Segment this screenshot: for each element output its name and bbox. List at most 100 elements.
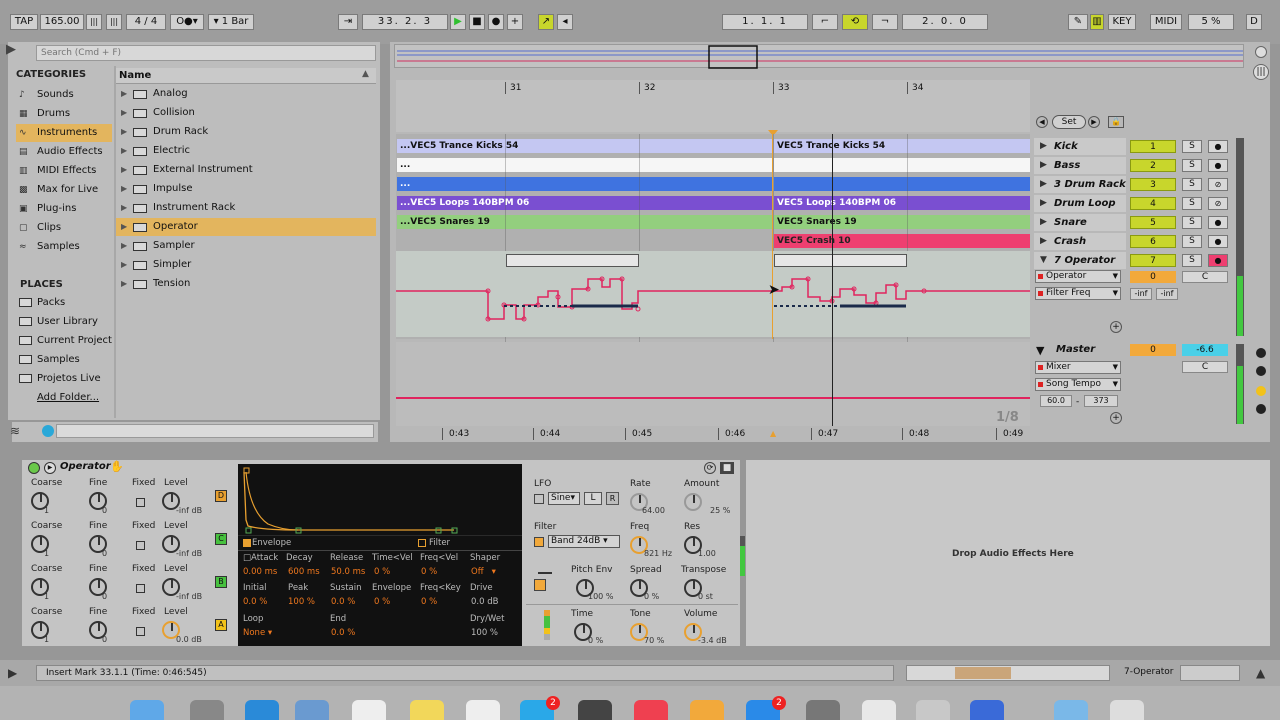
initial-value[interactable]: 0.0 % (243, 597, 267, 607)
master-device-select[interactable]: Mixer ▼ (1035, 361, 1121, 374)
beat-ruler[interactable] (396, 80, 1030, 132)
loop-start[interactable]: 1. 1. 1 (722, 14, 808, 30)
solo-button[interactable]: S (1182, 197, 1202, 210)
prev-locator-icon[interactable]: ◀ (1036, 116, 1048, 128)
expand-arrow-icon[interactable]: ▶ (121, 142, 127, 160)
clip-bass-left[interactable]: ... (397, 158, 772, 172)
clip-drum-loop-left[interactable]: ...VEC5 Loops 140BPM 06 (397, 196, 772, 210)
appstore-dock-icon[interactable]: 2 (746, 696, 786, 720)
automation-arm-icon[interactable]: ↗ (538, 14, 554, 30)
nudge-icon[interactable]: ||| (86, 14, 102, 30)
mixer-toggle-icon[interactable] (1256, 404, 1266, 414)
lfo-wave-select[interactable]: Sine▾ (548, 492, 580, 505)
category-drums[interactable]: ▦ Drums (16, 105, 112, 123)
pitch-env-enable-checkbox[interactable] (534, 579, 546, 591)
track7-pan[interactable]: C (1182, 271, 1228, 283)
name-column-header[interactable]: Name ▲ (116, 68, 376, 84)
lfo-enable-checkbox[interactable] (534, 494, 544, 504)
track-header-bass[interactable]: ▶ Bass (1034, 157, 1126, 174)
sustain-value[interactable]: 0.0 % (331, 597, 355, 607)
track-activator[interactable]: 2 (1130, 159, 1176, 172)
set-locator-button[interactable]: Set (1052, 115, 1086, 129)
solo-button[interactable]: S (1182, 235, 1202, 248)
clip-kick-left[interactable]: ...VEC5 Trance Kicks 54 (397, 139, 772, 153)
record-icon[interactable]: ● (488, 14, 504, 30)
envelope-tab-icon[interactable] (243, 539, 251, 547)
expand-arrow-icon[interactable]: ▶ (121, 199, 127, 217)
lfo-range-select[interactable]: L (584, 492, 602, 505)
master-volume[interactable]: -6.6 (1182, 344, 1228, 356)
arm-button[interactable]: ● (1208, 254, 1228, 267)
master-lane[interactable]: 1/8 (396, 342, 1030, 426)
place-packs[interactable]: Packs (16, 293, 112, 312)
chrome-dock-icon[interactable] (862, 700, 896, 720)
sort-arrow-icon[interactable]: ▲ (362, 69, 369, 79)
fold-closed-icon[interactable]: ▶ (1040, 157, 1047, 174)
attack-value[interactable]: 0.00 ms (243, 567, 277, 577)
expand-arrow-icon[interactable]: ▶ (121, 256, 127, 274)
solo-button[interactable]: S (1182, 254, 1202, 267)
decay-value[interactable]: 600 ms (288, 567, 320, 577)
osc-b-button[interactable]: B (215, 576, 227, 588)
lfo-retrig-button[interactable]: R (606, 492, 619, 505)
track-activator[interactable]: 3 (1130, 178, 1176, 191)
fold-closed-icon[interactable]: ▶ (1040, 214, 1047, 231)
groove-pool-icon[interactable]: ≋ (10, 424, 28, 440)
category-audio-effects[interactable]: ▤ Audio Effects (16, 143, 112, 161)
master-send[interactable]: 0 (1130, 344, 1176, 356)
filter-tab-icon[interactable] (418, 539, 426, 547)
music-dock-icon[interactable] (634, 700, 668, 720)
track-header-7-operator[interactable]: ▼ 7 Operator (1034, 252, 1126, 269)
automation-envelope[interactable] (396, 251, 1030, 337)
add-lane-icon[interactable]: + (1110, 321, 1122, 333)
osc-c-button[interactable]: C (215, 533, 227, 545)
category-max-for-live[interactable]: ▩ Max for Live (16, 181, 112, 199)
expand-arrow-icon[interactable]: ▶ (121, 161, 127, 179)
master-fold-icon[interactable]: ▼ (1036, 344, 1044, 357)
calendar-dock-icon[interactable] (352, 700, 386, 720)
category-instruments[interactable]: ∿ Instruments (16, 124, 112, 142)
clip-drum-rack-left[interactable]: ... (397, 177, 772, 191)
midi-map-button[interactable]: MIDI (1150, 14, 1182, 30)
metronome-button[interactable]: O●▾ (170, 14, 204, 30)
drive-value[interactable]: 0.0 dB (471, 597, 498, 607)
device-close-icon[interactable]: ■ (720, 462, 734, 474)
browser-item-drum-rack[interactable]: ▶ Drum Rack (116, 123, 376, 141)
browser-item-analog[interactable]: ▶ Analog (116, 85, 376, 103)
fold-closed-icon[interactable]: ▶ (1040, 138, 1047, 155)
arm-button[interactable]: ● (1208, 140, 1228, 153)
device-chooser-select[interactable]: Operator ▼ (1035, 270, 1121, 283)
itunes-dock-icon[interactable] (916, 700, 950, 720)
sends-toggle-icon[interactable] (1256, 366, 1266, 376)
launchpad-dock-icon[interactable] (190, 700, 224, 720)
tempo-max-field[interactable]: 373 (1084, 395, 1118, 407)
place-add-folder-[interactable]: Add Folder... (16, 388, 112, 407)
song-position[interactable]: 33. 2. 3 (362, 14, 448, 30)
arm-button[interactable]: ● (1208, 216, 1228, 229)
browser-item-instrument-rack[interactable]: ▶ Instrument Rack (116, 199, 376, 217)
lock-icon[interactable]: 🔒 (1108, 116, 1124, 128)
track-activator[interactable]: 6 (1130, 235, 1176, 248)
browser-search-input[interactable] (36, 45, 376, 61)
browser-item-sampler[interactable]: ▶ Sampler (116, 237, 376, 255)
expand-arrow-icon[interactable]: ▶ (121, 180, 127, 198)
time-signature[interactable]: 4 / 4 (126, 14, 166, 30)
expand-arrow-icon[interactable]: ▶ (121, 123, 127, 141)
place-current-project[interactable]: Current Project (16, 331, 112, 350)
info-toggle-icon[interactable]: ▶ (8, 666, 17, 680)
device-settings-icon[interactable]: ⟳ (704, 462, 716, 474)
browser-item-simpler[interactable]: ▶ Simpler (116, 256, 376, 274)
end-value[interactable]: 0.0 % (331, 628, 355, 638)
osc-fixed-checkbox[interactable] (136, 627, 145, 636)
browser-toggle-icon[interactable]: ▶ (6, 42, 26, 60)
track7-send[interactable]: 0 (1130, 271, 1176, 283)
downloads-dock-icon[interactable] (1054, 700, 1088, 720)
lfo-amount-knob[interactable] (684, 493, 702, 511)
track-header-crash[interactable]: ▶ Crash (1034, 233, 1126, 250)
browser-item-external-instrument[interactable]: ▶ External Instrument (116, 161, 376, 179)
expand-arrow-icon[interactable]: ▶ (121, 104, 127, 122)
envelope-graph[interactable] (238, 464, 522, 536)
track-activator[interactable]: 7 (1130, 254, 1176, 267)
audio-effects-drop-zone[interactable]: Drop Audio Effects Here (746, 460, 1270, 646)
master-add-lane-icon[interactable]: + (1110, 412, 1122, 424)
